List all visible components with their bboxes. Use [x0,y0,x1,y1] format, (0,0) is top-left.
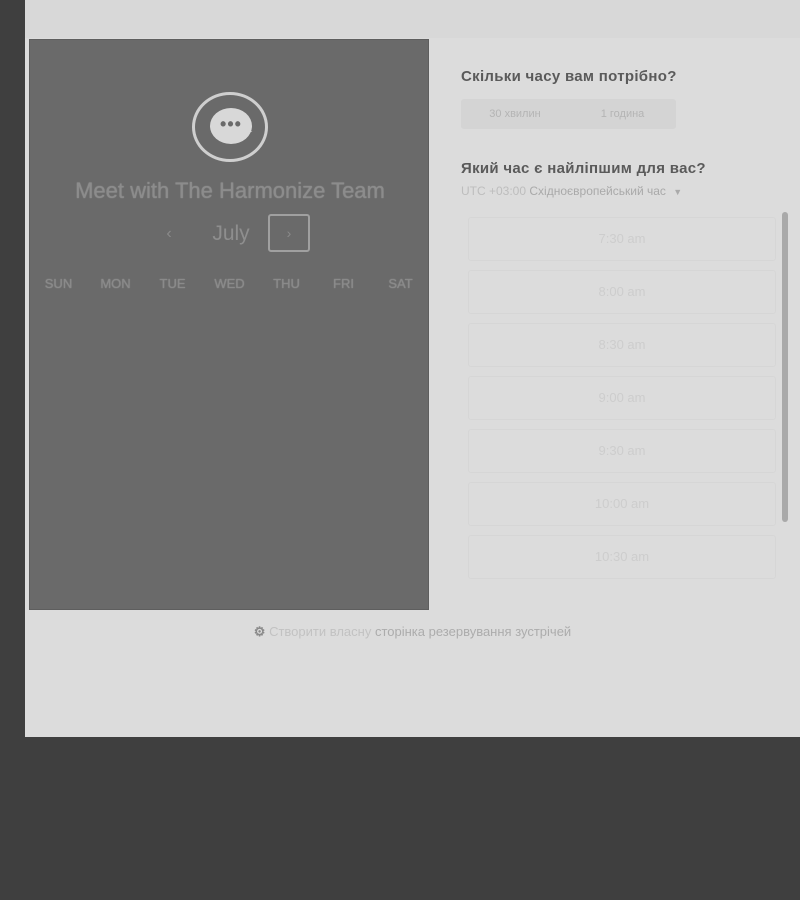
footer-create-page: ⚙ Створити власну сторінка резервування … [25,624,800,640]
duration-1hour-button[interactable]: 1 година [569,99,676,129]
weekday-thu: THU [273,276,300,291]
weekday-wed: WED [214,276,245,291]
weekday-sun: SUN [44,276,73,291]
booking-panel: ••• Meet with The Harmonize Team ‹ July … [25,0,800,737]
next-month-button[interactable]: › [268,214,310,252]
weekday-fri: FRI [333,276,354,291]
time-slot[interactable]: 7:30 am [468,217,776,261]
weekday-tue: TUE [159,276,186,291]
month-navigation: ‹ July › [30,214,430,254]
create-booking-page-link[interactable]: сторінка резервування зустрічей [375,624,571,639]
duration-question: Скільки часу вам потрібно? [461,68,677,85]
weekday-mon: MON [100,276,131,291]
prev-month-button[interactable]: ‹ [157,220,181,248]
caret-down-icon: ▼ [673,187,683,197]
time-slot-list: 7:30 am 8:00 am 8:30 am 9:00 am 9:30 am … [468,212,778,592]
timezone-select[interactable]: UTC +03:00 Східноєвропейський час ▼ [461,184,761,198]
time-slot[interactable]: 8:30 am [468,323,776,367]
calendar-card: ••• Meet with The Harmonize Team ‹ July … [29,39,429,610]
timezone-offset: UTC +03:00 [461,184,527,198]
duration-30min-button[interactable]: 30 хвилин [461,99,569,129]
avatar: ••• [192,92,268,162]
time-question: Який час є найліпшим для вас? [461,160,706,177]
month-label: July [212,222,250,245]
time-slot[interactable]: 9:00 am [468,376,776,420]
time-slot[interactable]: 9:30 am [468,429,776,473]
time-slot-scrollbar[interactable] [782,212,788,522]
panel-header-strip [25,0,800,38]
weekday-sat: SAT [388,276,413,291]
duration-toggle: 30 хвилин 1 година [461,99,676,129]
time-slot[interactable]: 10:00 am [468,482,776,526]
weekday-header: SUN MON TUE WED THU FRI SAT [30,276,430,296]
time-slot[interactable]: 8:00 am [468,270,776,314]
timezone-name: Східноєвропейський час [529,184,666,198]
sprocket-icon: ⚙ [253,624,266,639]
footer-prefix: Створити власну [269,624,372,639]
time-slot[interactable]: 10:30 am [468,535,776,579]
meeting-title: Meet with The Harmonize Team [75,178,385,203]
